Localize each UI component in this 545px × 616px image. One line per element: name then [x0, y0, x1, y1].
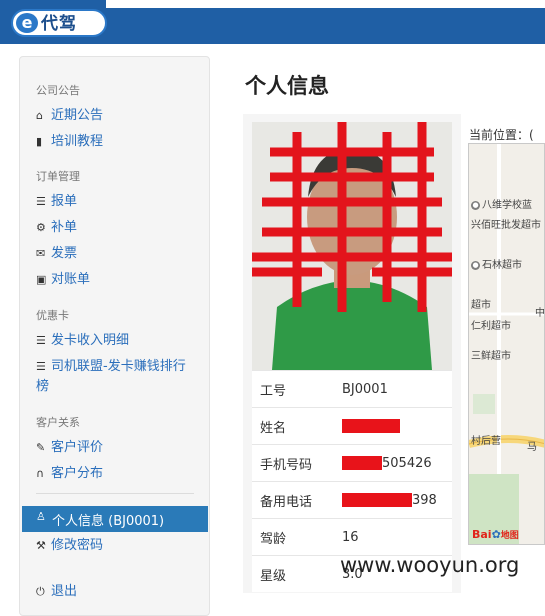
- map-poi: 兴佰旺批发超市: [471, 220, 541, 231]
- pencil-icon: ✎: [36, 441, 46, 454]
- sidebar-item-supplement-order[interactable]: ⚙ 补单: [36, 219, 206, 237]
- info-label-id: 工号: [252, 370, 342, 408]
- map-poi-icon: ●: [471, 200, 480, 210]
- redaction-mark: [342, 493, 412, 507]
- gear-icon: ⚙: [36, 221, 46, 234]
- map-poi: 三鲜超市: [471, 351, 511, 362]
- info-label-star-rating: 星级: [252, 555, 342, 592]
- list-icon: ☰: [36, 360, 46, 373]
- file-icon: ▣: [36, 273, 47, 286]
- map-poi-icon: ●: [471, 260, 480, 270]
- info-value-backup-phone: 398: [412, 492, 437, 508]
- sidebar-item-change-password[interactable]: ⚒ 修改密码: [36, 537, 206, 555]
- sidebar-item-logout[interactable]: ⏻ 退出: [36, 583, 206, 601]
- info-value-mobile: 505426: [382, 455, 432, 471]
- map-poi: 超市: [471, 300, 491, 311]
- location-map[interactable]: ● 八维学校蓝 兴佰旺批发超市 ● 石林超市 超市 仁利超市 三鲜超市 村后营 马 …: [468, 143, 545, 545]
- table-row: 备用电话 398: [252, 481, 452, 519]
- map-poi: 马: [527, 442, 537, 453]
- section-title-cards: 优惠卡: [36, 309, 69, 322]
- map-poi: 中: [535, 308, 545, 319]
- table-row: 工号 BJ0001: [252, 370, 452, 408]
- user-icon: ♙: [36, 510, 46, 523]
- power-icon: ⏻: [36, 585, 45, 598]
- sidebar-item-training[interactable]: ▮ 培训教程: [36, 133, 206, 151]
- wrench-icon: ⚒: [36, 539, 46, 552]
- sidebar-divider: [36, 493, 194, 494]
- info-label-mobile: 手机号码: [252, 444, 342, 482]
- table-row: 姓名: [252, 407, 452, 445]
- driver-photo: [252, 122, 452, 370]
- top-navbar: e 代驾: [0, 0, 545, 44]
- info-value-id: BJ0001: [342, 370, 452, 408]
- sidebar-item-label: 个人信息 (BJ0001): [52, 514, 165, 529]
- list-icon: ☰: [36, 195, 46, 208]
- logo-e-mark: e: [16, 13, 38, 33]
- sidebar-item-personal-info[interactable]: ♙ 个人信息 (BJ0001): [22, 506, 208, 532]
- sidebar: 公司公告 ⌂ 近期公告 ▮ 培训教程 订单管理 ☰ 报单 ⚙ 补单 ✉ 发票 ▣ 对账单 优…: [19, 56, 210, 616]
- driver-photo-image: [252, 122, 452, 370]
- current-location-label: 当前位置：(: [469, 128, 534, 142]
- map-poi: ● 石林超市: [471, 260, 522, 271]
- sidebar-item-report-order[interactable]: ☰ 报单: [36, 193, 206, 211]
- sidebar-item-statement[interactable]: ▣ 对账单: [36, 271, 206, 289]
- headphones-icon: ∩: [36, 467, 45, 480]
- section-title-orders: 订单管理: [36, 170, 80, 183]
- map-poi: 仁利超市: [471, 321, 511, 332]
- sidebar-item-customer-reviews[interactable]: ✎ 客户评价: [36, 439, 206, 457]
- list-icon: ☰: [36, 334, 46, 347]
- sidebar-item-driver-alliance-ranking[interactable]: ☰ 司机联盟-发卡赚钱排行榜: [36, 357, 196, 397]
- section-title-announcements: 公司公告: [36, 84, 80, 97]
- redaction-mark: [342, 456, 382, 470]
- redaction-mark: [342, 419, 400, 433]
- map-poi: ● 八维学校蓝: [471, 200, 532, 211]
- info-value-driving-years: 16: [342, 518, 452, 556]
- sidebar-item-invoice[interactable]: ✉ 发票: [36, 245, 206, 263]
- sidebar-item-customer-distribution[interactable]: ∩ 客户分布: [36, 465, 206, 483]
- info-label-driving-years: 驾龄: [252, 518, 342, 556]
- table-row: 驾龄 16: [252, 518, 452, 556]
- envelope-icon: ✉: [36, 247, 46, 260]
- brand-logo[interactable]: e 代驾: [11, 9, 107, 37]
- baidu-paw-icon: ✿: [491, 528, 501, 541]
- logo-text: 代驾: [41, 14, 77, 34]
- info-label-backup-phone: 备用电话: [252, 481, 342, 519]
- home-icon: ⌂: [36, 109, 43, 122]
- navbar-top-strip: [106, 0, 545, 8]
- baidu-map-logo: Bai✿地图: [472, 528, 519, 541]
- sidebar-item-card-income[interactable]: ☰ 发卡收入明细: [36, 332, 206, 350]
- table-row: 手机号码 505426: [252, 444, 452, 482]
- book-icon: ▮: [36, 135, 43, 148]
- page-title: 个人信息: [245, 74, 329, 98]
- watermark-text: www.wooyun.org: [340, 553, 520, 577]
- sidebar-item-recent-announcements[interactable]: ⌂ 近期公告: [36, 107, 206, 125]
- map-poi: 村后营: [471, 436, 501, 447]
- info-label-name: 姓名: [252, 407, 342, 445]
- section-title-customers: 客户关系: [36, 416, 80, 429]
